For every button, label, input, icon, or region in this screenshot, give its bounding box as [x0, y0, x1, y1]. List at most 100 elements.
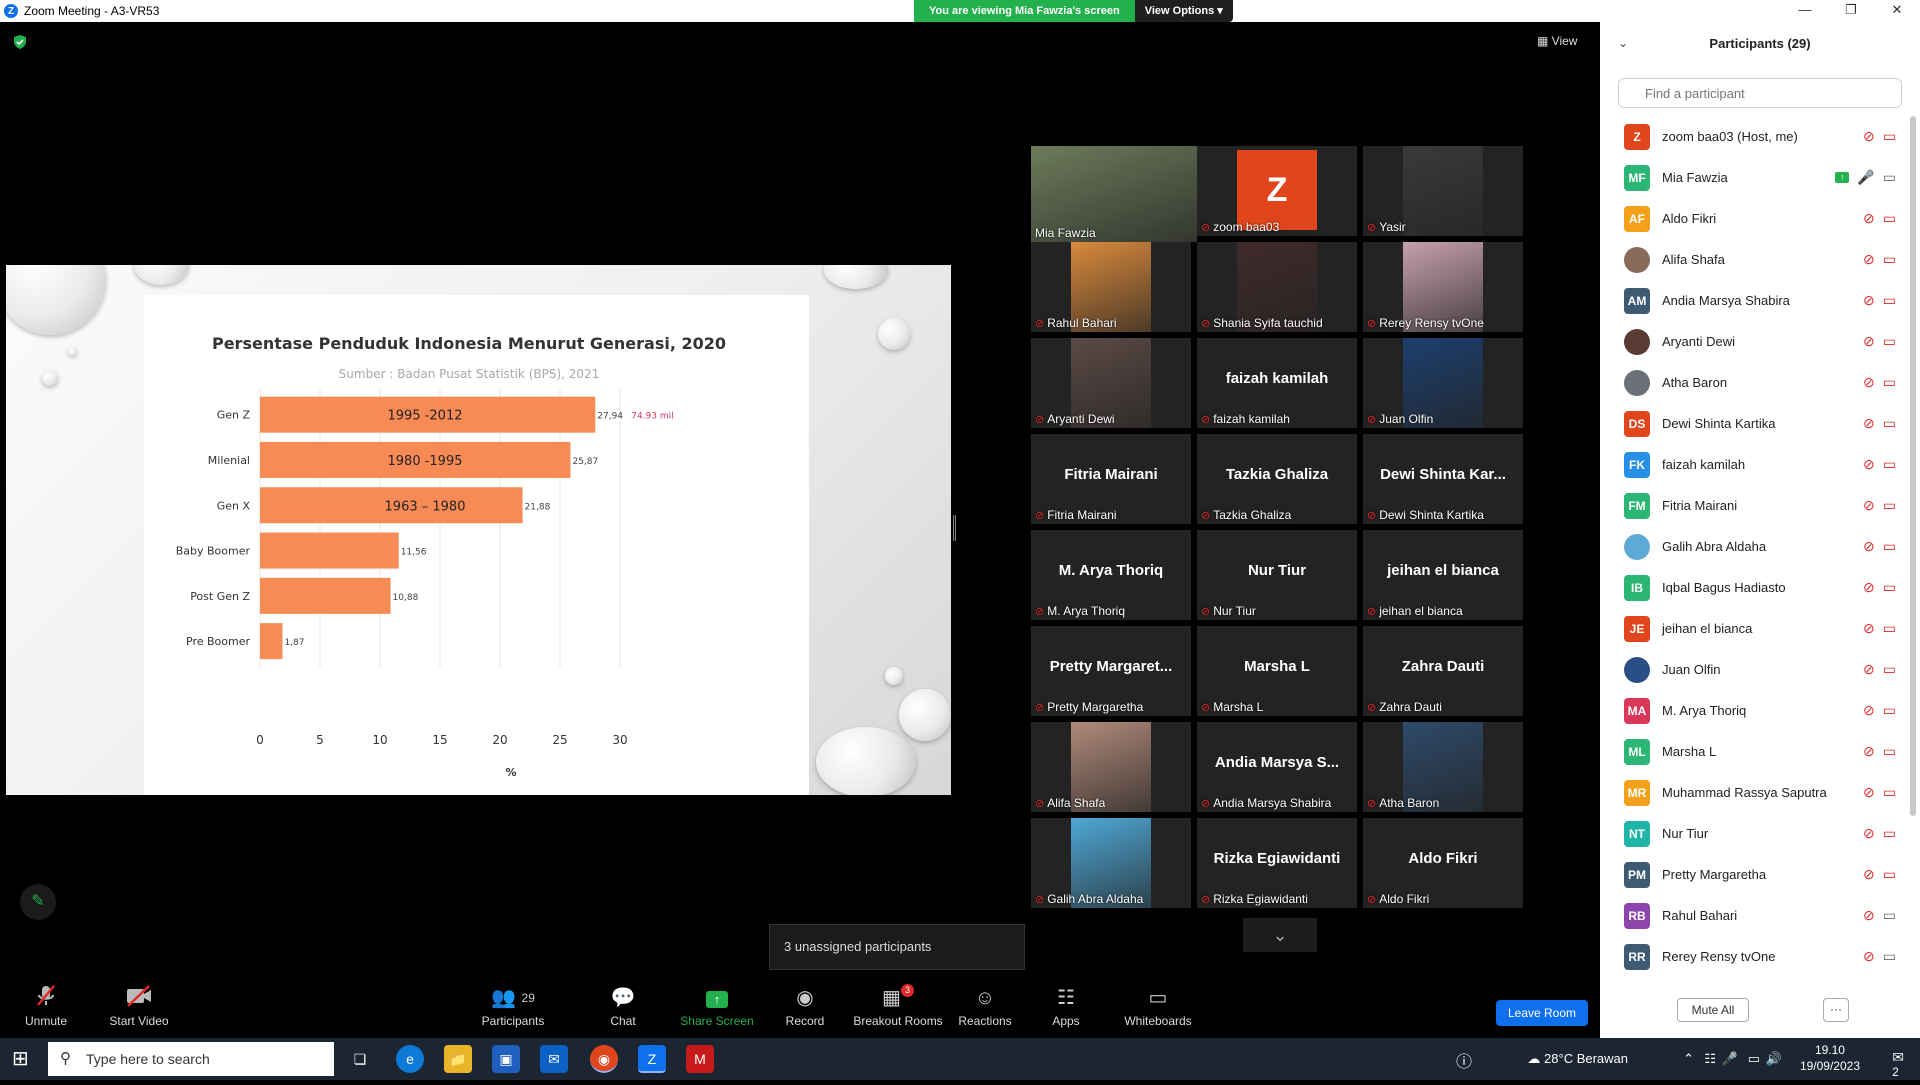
participants-button[interactable]: 👥 29 Participants [476, 984, 550, 1028]
file-explorer-icon[interactable]: 📁 [444, 1045, 472, 1073]
video-off-icon[interactable]: ▭ [1883, 743, 1896, 760]
view-options-button[interactable]: View Options ▾ [1134, 0, 1233, 22]
mcafee-icon[interactable]: M [686, 1045, 714, 1073]
participant-tile[interactable]: Marsha L ⊘ Marsha L [1197, 626, 1357, 716]
participant-tile[interactable]: Pretty Margaret... ⊘ Pretty Margaretha [1031, 626, 1191, 716]
participant-row[interactable]: AM Andia Marsya Shabira ⊘ ▭ [1600, 280, 1910, 321]
whiteboards-button[interactable]: ▭ Whiteboards [1120, 984, 1196, 1028]
video-off-icon[interactable]: ▭ [1883, 538, 1896, 555]
video-off-icon[interactable]: ▭ [1883, 866, 1896, 883]
audio-options-caret[interactable]: ⌃ [0, 986, 13, 1003]
share-screen-button[interactable]: ↑ Share Screen [677, 984, 757, 1028]
participant-row[interactable]: MF Mia Fawzia ↑ 🎤 ▭ [1600, 157, 1910, 198]
video-off-icon[interactable]: ▭ [1883, 579, 1896, 596]
unmute-button[interactable]: Unmute [18, 984, 74, 1028]
participant-row[interactable]: MA M. Arya Thoriq ⊘ ▭ [1600, 690, 1910, 731]
participant-row[interactable]: IB Iqbal Bagus Hadiasto ⊘ ▭ [1600, 567, 1910, 608]
view-button[interactable]: ▦ View [1537, 34, 1577, 48]
participant-tile[interactable]: ⊘ Yasir [1363, 146, 1523, 236]
participant-row[interactable]: Galih Abra Aldaha ⊘ ▭ [1600, 526, 1910, 567]
participant-tile[interactable]: ⊘ Atha Baron [1363, 722, 1523, 812]
task-view-icon[interactable]: ❏ [346, 1045, 374, 1073]
participant-tile[interactable]: ⊘ Rerey Rensy tvOne [1363, 242, 1523, 332]
more-options-button[interactable]: ··· [1823, 998, 1849, 1022]
muted-mic-icon[interactable]: ⊘ [1863, 333, 1875, 350]
participant-tile[interactable]: jeihan el bianca ⊘ jeihan el bianca [1363, 530, 1523, 620]
record-button[interactable]: ◉ Record [781, 984, 829, 1028]
weather-widget[interactable]: ☁ 28°C Berawan [1527, 1051, 1628, 1067]
participant-tile[interactable]: ⊘ Alifa Shafa [1031, 722, 1191, 812]
participant-row[interactable]: RB Rahul Bahari ⊘ ▭ [1600, 895, 1910, 936]
network-icon[interactable]: ☷ [1704, 1051, 1716, 1067]
video-off-icon[interactable]: ▭ [1883, 702, 1896, 719]
video-off-icon[interactable]: ▭ [1883, 620, 1896, 637]
participant-row[interactable]: Juan Olfin ⊘ ▭ [1600, 649, 1910, 690]
breakout-rooms-button[interactable]: ▦ 3 Breakout Rooms [852, 984, 944, 1028]
muted-mic-icon[interactable]: ⊘ [1863, 702, 1875, 719]
minimize-button[interactable]: — [1782, 0, 1828, 22]
mic-on-icon[interactable]: 🎤 [1857, 169, 1874, 186]
participant-row[interactable]: Atha Baron ⊘ ▭ [1600, 362, 1910, 403]
participant-tile[interactable]: M. Arya Thoriq ⊘ M. Arya Thoriq [1031, 530, 1191, 620]
participant-tile[interactable]: ⊘ Rahul Bahari [1031, 242, 1191, 332]
muted-mic-icon[interactable]: ⊘ [1863, 128, 1875, 145]
participant-tile[interactable]: Zahra Dauti ⊘ Zahra Dauti [1363, 626, 1523, 716]
participant-row[interactable]: AF Aldo Fikri ⊘ ▭ [1600, 198, 1910, 239]
muted-mic-icon[interactable]: ⊘ [1863, 620, 1875, 637]
muted-mic-icon[interactable]: ⊘ [1863, 948, 1875, 965]
show-hidden-icons-icon[interactable]: ⌃ [1683, 1051, 1694, 1067]
video-on-icon[interactable]: ▭ [1883, 948, 1896, 965]
participant-row[interactable]: DS Dewi Shinta Kartika ⊘ ▭ [1600, 403, 1910, 444]
participant-tile[interactable]: Andia Marsya S... ⊘ Andia Marsya Shabira [1197, 722, 1357, 812]
video-off-icon[interactable]: ▭ [1883, 825, 1896, 842]
participant-row[interactable]: FM Fitria Mairani ⊘ ▭ [1600, 485, 1910, 526]
apps-button[interactable]: ☷ Apps [1048, 984, 1084, 1028]
video-off-icon[interactable]: ▭ [1883, 251, 1896, 268]
participant-tile[interactable]: Rizka Egiawidanti ⊘ Rizka Egiawidanti [1197, 818, 1357, 908]
microsoft-store-icon[interactable]: ▣ [492, 1045, 520, 1073]
participant-tile[interactable]: faizah kamilah ⊘ faizah kamilah [1197, 338, 1357, 428]
volume-icon[interactable]: 🔊 [1766, 1051, 1782, 1067]
participant-row[interactable]: JE jeihan el bianca ⊘ ▭ [1600, 608, 1910, 649]
mute-all-button[interactable]: Mute All [1677, 998, 1749, 1022]
video-on-icon[interactable]: ▭ [1883, 907, 1896, 924]
muted-mic-icon[interactable]: ⊘ [1863, 538, 1875, 555]
video-off-icon[interactable]: ▭ [1883, 292, 1896, 309]
mail-icon[interactable]: ✉ [540, 1045, 568, 1073]
participant-row[interactable]: FK faizah kamilah ⊘ ▭ [1600, 444, 1910, 485]
unassigned-participants-notice[interactable]: 3 unassigned participants [769, 924, 1025, 970]
security-shield-icon[interactable] [12, 34, 28, 50]
participant-tile[interactable]: ⊘ Galih Abra Aldaha [1031, 818, 1191, 908]
video-off-icon[interactable]: ▭ [1883, 415, 1896, 432]
participant-row[interactable]: PM Pretty Margaretha ⊘ ▭ [1600, 854, 1910, 895]
participant-tile[interactable]: ⊘ Juan Olfin [1363, 338, 1523, 428]
taskbar-search-box[interactable]: ⚲ Type here to search [48, 1042, 334, 1076]
edge-browser-icon[interactable]: e [396, 1045, 424, 1073]
video-off-icon[interactable]: ▭ [1883, 333, 1896, 350]
gallery-next-page-button[interactable]: ⌄ [1243, 918, 1317, 952]
start-video-button[interactable]: Start Video [104, 984, 174, 1028]
monitor-icon[interactable]: ▭ [1748, 1051, 1760, 1067]
video-off-icon[interactable]: ▭ [1883, 374, 1896, 391]
participant-tile[interactable]: Fitria Mairani ⊘ Fitria Mairani [1031, 434, 1191, 524]
video-off-icon[interactable]: ▭ [1883, 784, 1896, 801]
reactions-button[interactable]: ☺ Reactions [956, 984, 1014, 1028]
muted-mic-icon[interactable]: ⊘ [1863, 579, 1875, 596]
muted-mic-icon[interactable]: ⊘ [1863, 497, 1875, 514]
muted-mic-icon[interactable]: ⊘ [1863, 251, 1875, 268]
notifications-icon[interactable]: ✉2 [1892, 1049, 1904, 1085]
clock[interactable]: 19.10 19/09/2023 [1800, 1042, 1860, 1074]
video-off-icon[interactable]: ▭ [1883, 128, 1896, 145]
find-participant-input[interactable] [1618, 78, 1902, 108]
split-divider-handle[interactable] [953, 515, 956, 541]
muted-mic-icon[interactable]: ⊘ [1863, 907, 1875, 924]
muted-mic-icon[interactable]: ⊘ [1863, 456, 1875, 473]
participant-row[interactable]: Alifa Shafa ⊘ ▭ [1600, 239, 1910, 280]
participant-row[interactable]: NT Nur Tiur ⊘ ▭ [1600, 813, 1910, 854]
zoom-taskbar-icon[interactable]: Z [638, 1045, 666, 1073]
video-off-icon[interactable]: ▭ [1883, 210, 1896, 227]
muted-mic-icon[interactable]: ⊘ [1863, 825, 1875, 842]
participant-tile[interactable]: ⊘ Aryanti Dewi [1031, 338, 1191, 428]
muted-mic-icon[interactable]: ⊘ [1863, 743, 1875, 760]
muted-mic-icon[interactable]: ⊘ [1863, 292, 1875, 309]
